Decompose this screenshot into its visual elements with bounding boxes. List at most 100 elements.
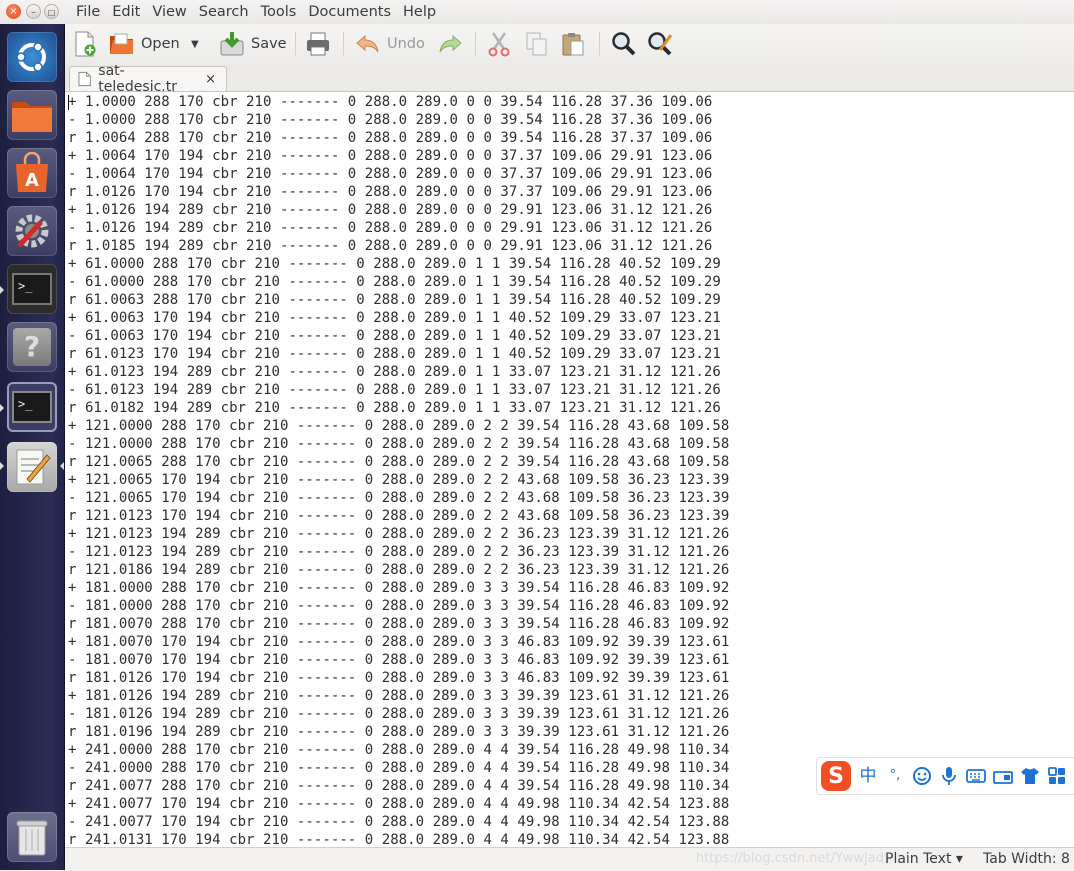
paste-button[interactable]	[561, 31, 585, 57]
terminal-prompt-icon: >_	[12, 391, 52, 423]
text-line: r 181.0070 288 170 cbr 210 ------- 0 288…	[68, 616, 730, 632]
text-line: r 241.0077 288 170 cbr 210 ------- 0 288…	[68, 778, 730, 794]
text-line: r 121.0186 194 289 cbr 210 ------- 0 288…	[68, 562, 730, 578]
tab-title: sat-teledesic.tr	[98, 63, 177, 95]
menu-file[interactable]: File	[70, 3, 106, 21]
text-line: - 61.0123 194 289 cbr 210 ------- 0 288.…	[68, 382, 721, 398]
window-minimize-button[interactable]: –	[26, 4, 41, 19]
trash-icon[interactable]	[7, 812, 57, 862]
text-line: r 121.0123 170 194 cbr 210 ------- 0 288…	[68, 508, 730, 524]
text-line: r 181.0196 194 289 cbr 210 ------- 0 288…	[68, 724, 730, 740]
punctuation-toggle[interactable]: °,	[885, 766, 905, 786]
text-line: + 1.0000 288 170 cbr 210 ------- 0 288.0…	[68, 94, 713, 110]
ime-toolbar: S 中 °,	[816, 757, 1074, 795]
print-button[interactable]	[305, 31, 331, 57]
chevron-down-icon: ▼	[191, 38, 199, 50]
text-line: r 61.0182 194 289 cbr 210 ------- 0 288.…	[68, 400, 721, 416]
text-line: - 61.0063 170 194 cbr 210 ------- 0 288.…	[68, 328, 721, 344]
watermark-text: https://blog.csdn.net/Ywwjad	[695, 851, 884, 866]
search-replace-icon	[648, 32, 673, 56]
menu-view[interactable]: View	[146, 3, 192, 21]
gear-wrench-icon	[15, 214, 49, 248]
text-line: r 1.0064 288 170 cbr 210 ------- 0 288.0…	[68, 130, 713, 146]
text-line: + 181.0070 170 194 cbr 210 ------- 0 288…	[68, 634, 730, 650]
new-document-button[interactable]	[73, 31, 97, 57]
tab-close-icon[interactable]: ×	[205, 72, 216, 87]
emoji-icon[interactable]	[912, 766, 932, 786]
copy-button[interactable]	[525, 31, 549, 57]
document-icon	[78, 71, 91, 87]
menu-tools[interactable]: Tools	[255, 3, 303, 21]
sogou-logo-icon[interactable]: S	[821, 761, 851, 791]
text-line: - 181.0000 288 170 cbr 210 ------- 0 288…	[68, 598, 730, 614]
ubuntu-logo-icon	[16, 42, 46, 72]
shopping-bag-icon: A	[16, 152, 48, 192]
help-icon[interactable]: ?	[7, 322, 57, 372]
text-line: + 1.0126 194 289 cbr 210 ------- 0 288.0…	[68, 202, 713, 218]
text-line: - 121.0065 170 194 cbr 210 ------- 0 288…	[68, 490, 730, 506]
printer-icon	[307, 32, 329, 56]
text-line: - 181.0070 170 194 cbr 210 ------- 0 288…	[68, 652, 730, 668]
redo-button[interactable]	[437, 31, 463, 57]
toolbar: Open ▼ Save Undo	[65, 24, 1074, 64]
copy-icon	[526, 32, 547, 56]
toolbox-icon[interactable]	[993, 767, 1013, 785]
save-button[interactable]: Save	[219, 31, 287, 57]
text-line: + 61.0000 288 170 cbr 210 ------- 0 288.…	[68, 256, 721, 272]
undo-button[interactable]: Undo	[355, 31, 425, 57]
apps-grid-icon[interactable]	[1047, 767, 1067, 785]
software-center-icon[interactable]: A	[7, 148, 57, 198]
unity-launcher: A >_ ? >_	[0, 24, 65, 870]
language-selector[interactable]: Plain Text ▾	[885, 851, 963, 867]
save-label: Save	[251, 36, 287, 52]
cut-button[interactable]	[487, 31, 511, 57]
status-bar: https://blog.csdn.net/Ywwjad Plain Text …	[65, 847, 1074, 871]
trash-can-icon	[16, 820, 48, 856]
undo-label: Undo	[387, 36, 425, 52]
text-editor-area[interactable]: + 1.0000 288 170 cbr 210 ------- 0 288.0…	[65, 92, 1074, 847]
search-icon	[612, 32, 636, 56]
tab-document[interactable]: sat-teledesic.tr ×	[69, 63, 227, 95]
svg-text:A: A	[25, 170, 39, 191]
open-button[interactable]: Open	[109, 31, 180, 57]
system-settings-icon[interactable]	[7, 206, 57, 256]
window-close-button[interactable]: ×	[6, 4, 21, 19]
save-icon	[220, 32, 244, 56]
terminal-icon[interactable]: >_	[7, 264, 57, 314]
notepad-pencil-icon	[16, 449, 51, 485]
text-line: - 1.0064 170 194 cbr 210 ------- 0 288.0…	[68, 166, 713, 182]
tab-bar: sat-teledesic.tr ×	[65, 63, 1074, 95]
text-line: + 61.0063 170 194 cbr 210 ------- 0 288.…	[68, 310, 721, 326]
text-editor-icon[interactable]	[7, 442, 57, 492]
text-line: - 1.0126 194 289 cbr 210 ------- 0 288.0…	[68, 220, 713, 236]
text-line: r 181.0126 170 194 cbr 210 ------- 0 288…	[68, 670, 730, 686]
text-line: + 241.0000 288 170 cbr 210 ------- 0 288…	[68, 742, 730, 758]
chinese-mode-toggle[interactable]: 中	[858, 766, 878, 786]
window-maximize-button[interactable]: □	[44, 4, 59, 19]
microphone-icon[interactable]	[939, 766, 959, 786]
menu-edit[interactable]: Edit	[106, 3, 146, 21]
keyboard-icon[interactable]	[966, 768, 986, 784]
files-icon[interactable]	[7, 90, 57, 140]
menus: File Edit View Search Tools Documents He…	[70, 3, 442, 21]
menu-search[interactable]: Search	[193, 3, 255, 21]
text-line: - 121.0123 194 289 cbr 210 ------- 0 288…	[68, 544, 730, 560]
text-line: + 241.0077 170 194 cbr 210 ------- 0 288…	[68, 796, 730, 812]
redo-arrow-icon	[439, 34, 462, 53]
clipboard-icon	[562, 33, 584, 56]
open-recent-dropdown[interactable]: ▼	[191, 31, 199, 57]
terminal-active-icon[interactable]: >_	[7, 382, 57, 432]
text-line: r 61.0123 170 194 cbr 210 ------- 0 288.…	[68, 346, 721, 362]
search-replace-button[interactable]	[647, 31, 673, 57]
text-line: + 121.0065 170 194 cbr 210 ------- 0 288…	[68, 472, 730, 488]
terminal-prompt-icon: >_	[12, 273, 52, 305]
text-line: + 121.0000 288 170 cbr 210 ------- 0 288…	[68, 418, 730, 434]
dash-home-icon[interactable]	[7, 32, 57, 82]
search-button[interactable]	[611, 31, 637, 57]
menu-help[interactable]: Help	[397, 3, 442, 21]
text-line: + 121.0123 194 289 cbr 210 ------- 0 288…	[68, 526, 730, 542]
text-lines: + 1.0000 288 170 cbr 210 ------- 0 288.0…	[68, 93, 729, 847]
menu-documents[interactable]: Documents	[302, 3, 397, 21]
tab-width-selector[interactable]: Tab Width: 8	[983, 851, 1070, 867]
skin-shirt-icon[interactable]	[1020, 767, 1040, 785]
